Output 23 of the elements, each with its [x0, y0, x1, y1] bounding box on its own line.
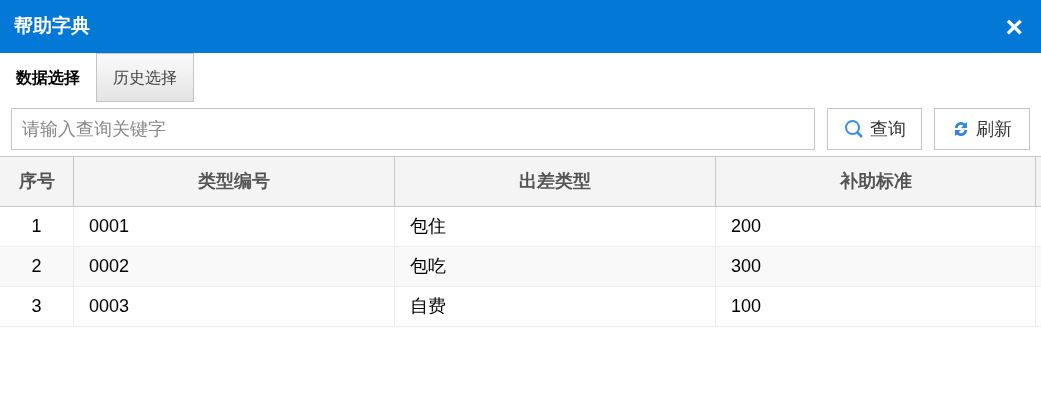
search-field[interactable]: 请输入查询关键字	[11, 108, 815, 150]
column-header: 序号	[0, 157, 74, 206]
table-cell: 0002	[74, 247, 395, 286]
table-cell: 100	[716, 287, 1036, 326]
table-cell: 0001	[74, 207, 395, 246]
refresh-button[interactable]: 刷新	[934, 108, 1030, 150]
tab[interactable]: 历史选择	[96, 53, 194, 102]
window-title: 帮助字典	[14, 14, 90, 39]
table-cell: 200	[716, 207, 1036, 246]
search-button[interactable]: 查询	[826, 108, 923, 150]
table-cell: 0003	[74, 287, 395, 326]
close-button[interactable]: ×	[1005, 11, 1023, 42]
column-header: 补助标准	[716, 157, 1036, 206]
table-cell: 包住	[395, 207, 716, 246]
table-cell: 300	[716, 247, 1036, 286]
table-cell: 3	[0, 287, 74, 326]
table-cell: 自费	[395, 287, 716, 326]
table-cell: 包吃	[395, 247, 716, 286]
table-cell: 2	[0, 247, 74, 286]
table-cell: 1	[0, 207, 74, 246]
column-header: 出差类型	[395, 157, 716, 206]
column-header: 类型编号	[74, 157, 395, 206]
search-icon	[843, 119, 864, 139]
